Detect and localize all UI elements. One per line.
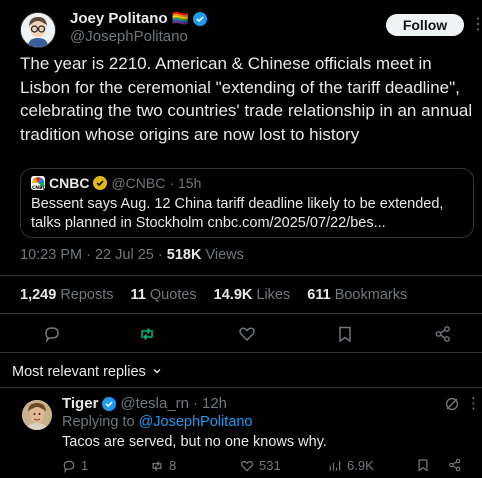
tweet-stats: 1,249 Reposts 11 Quotes 14.9K Likes 611 …	[20, 287, 407, 303]
share-icon	[449, 458, 461, 472]
svg-text:CNBC: CNBC	[32, 185, 45, 190]
stat-quotes[interactable]: 11 Quotes	[131, 287, 197, 303]
replies-sort-label: Most relevant replies	[12, 364, 146, 380]
reply-views-count: 6.9K	[347, 458, 374, 473]
stat-reposts[interactable]: 1,249 Reposts	[20, 287, 114, 303]
replying-to: Replying to @JosephPolitano	[62, 414, 252, 430]
pride-flag-icon: 🏳️‍🌈	[171, 10, 189, 26]
tweet-text: The year is 2210. American & Chinese off…	[20, 54, 473, 144]
divider	[0, 352, 482, 353]
quote-handle: @CNBC	[111, 175, 166, 191]
verified-badge-icon	[102, 396, 117, 411]
reply-likes-count: 531	[259, 458, 281, 473]
tweet-date: 22 Jul 25	[94, 247, 154, 263]
tweet-meta: 10:23 PM · 22 Jul 25 · 518K Views	[20, 247, 244, 263]
meta-separator: ·	[157, 247, 163, 263]
quote-source-name: CNBC	[49, 175, 90, 191]
reply-like-action[interactable]: 531	[240, 458, 281, 473]
cnbc-logo-icon: CNBC	[31, 176, 45, 190]
repost-icon	[152, 460, 162, 471]
verified-badge-icon	[192, 11, 207, 26]
tweet-time: 10:23 PM	[20, 247, 83, 263]
divider	[0, 387, 482, 388]
reply-reposts-count: 8	[169, 458, 177, 473]
meta-separator: ·	[86, 247, 91, 263]
stat-bookmarks[interactable]: 611 Bookmarks	[307, 287, 407, 303]
quote-text: Bessent says Aug. 12 China tariff deadli…	[31, 196, 444, 231]
heart-icon[interactable]	[238, 325, 256, 343]
replying-handle-link[interactable]: @JosephPolitano	[139, 414, 253, 430]
views-icon	[329, 460, 341, 471]
follow-button[interactable]: Follow	[386, 14, 464, 36]
heart-icon	[240, 460, 254, 472]
divider	[0, 313, 482, 314]
quote-age: 15h	[178, 175, 202, 191]
reply-header: Tiger @tesla_rn · 12h	[62, 395, 227, 412]
views-count: 518K	[166, 247, 202, 263]
replies-sort-dropdown[interactable]: Most relevant replies	[12, 364, 162, 380]
reply-icon[interactable]	[43, 325, 61, 344]
reply-author-name[interactable]: Tiger	[62, 395, 98, 412]
repost-icon[interactable]	[138, 325, 156, 343]
bookmark-icon[interactable]	[336, 325, 354, 343]
chevron-down-icon	[152, 364, 162, 380]
gold-verified-badge-icon	[93, 176, 108, 190]
reply-separator: ·	[193, 395, 198, 412]
reply-avatar[interactable]	[22, 400, 52, 430]
author-avatar[interactable]	[20, 12, 56, 48]
reply-views-action[interactable]: 6.9K	[328, 458, 374, 473]
share-icon[interactable]	[434, 325, 452, 343]
reply-text: Tacos are served, but no one knows why.	[62, 434, 327, 450]
divider	[0, 275, 482, 276]
grok-icon[interactable]	[444, 396, 460, 417]
reply-age: 12h	[202, 395, 228, 412]
stat-likes[interactable]: 14.9K Likes	[214, 287, 291, 303]
reply-icon	[63, 460, 75, 473]
bookmark-icon	[418, 459, 428, 472]
reply-more-icon[interactable]: ⋮	[466, 394, 481, 412]
author-handle[interactable]: @JosephPolitano	[70, 28, 188, 45]
reply-replies-count: 1	[81, 458, 89, 473]
author-name[interactable]: Joey Politano	[70, 10, 168, 27]
reply-handle[interactable]: @tesla_rn	[120, 395, 189, 412]
views-label: Views	[205, 247, 244, 263]
quote-separator: ·	[169, 175, 175, 191]
reply-bookmark-action[interactable]	[416, 458, 430, 472]
reply-reply-action[interactable]: 1	[62, 458, 88, 473]
replying-prefix: Replying to	[62, 414, 135, 430]
reply-repost-action[interactable]: 8	[150, 458, 176, 473]
more-horizontal-icon[interactable]: ⋮	[470, 14, 482, 34]
reply-share-action[interactable]	[448, 458, 462, 472]
quoted-tweet[interactable]: CNBC CNBC @CNBC · 15h Bessent says Aug. …	[20, 168, 474, 238]
